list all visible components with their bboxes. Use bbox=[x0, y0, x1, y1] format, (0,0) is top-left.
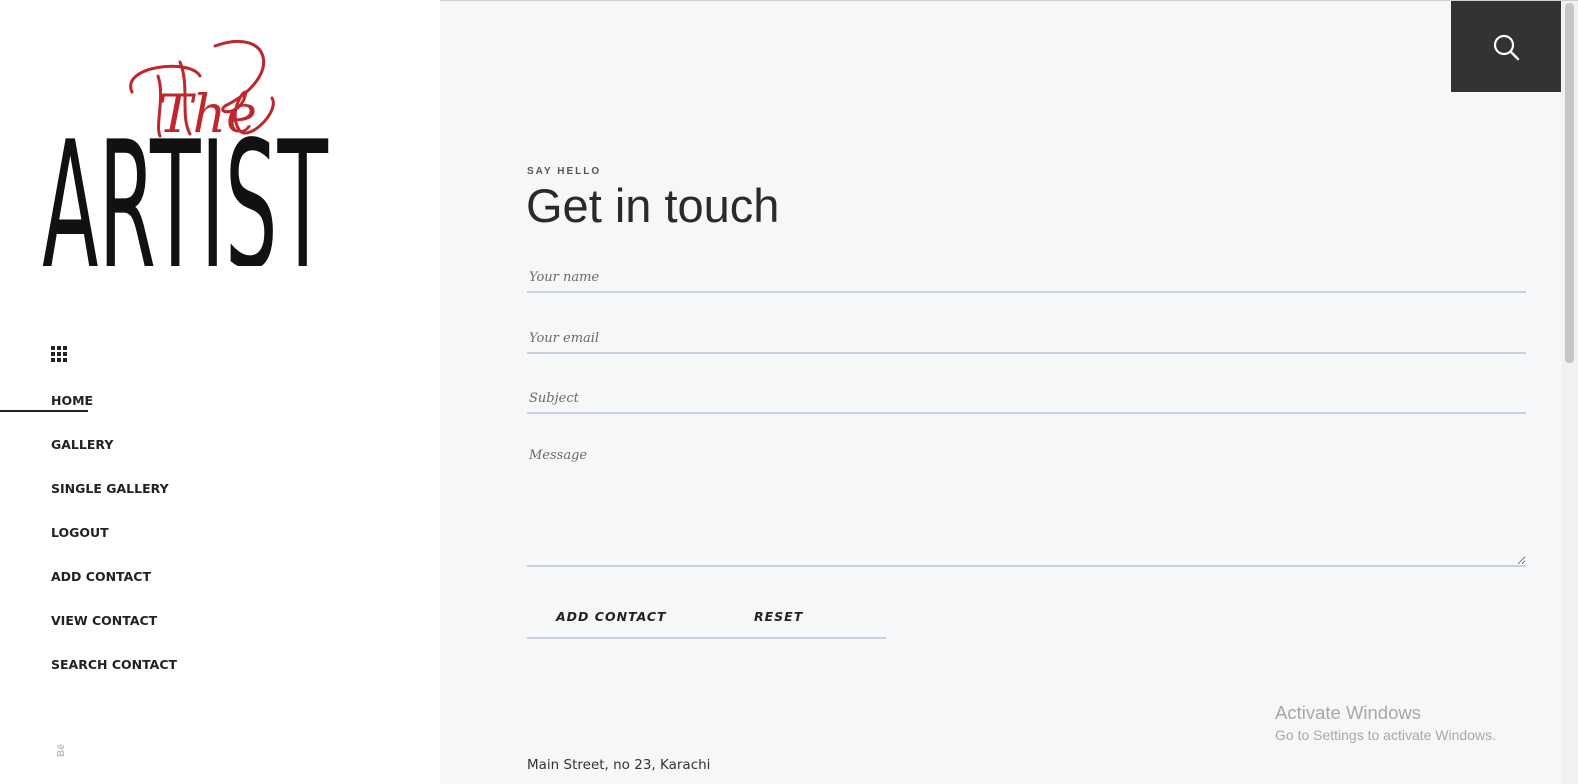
behance-icon[interactable]: Bē bbox=[56, 744, 67, 757]
nav-link-view-contact[interactable]: VIEW CONTACT bbox=[51, 613, 157, 628]
logo-main-text: ARTIST bbox=[42, 103, 328, 266]
message-textarea[interactable] bbox=[527, 446, 1526, 567]
nav-link-search-contact[interactable]: SEARCH CONTACT bbox=[51, 657, 177, 672]
windows-activation-title: Activate Windows bbox=[1275, 702, 1421, 723]
site-logo[interactable]: The ARTIST bbox=[40, 36, 340, 309]
logo-graphic: The ARTIST bbox=[42, 39, 328, 309]
page-title: Get in touch bbox=[526, 179, 780, 232]
nav-item-single-gallery: SINGLE GALLERY bbox=[0, 478, 440, 522]
nav-link-logout[interactable]: LOGOUT bbox=[51, 525, 109, 540]
main-nav: HOME GALLERY SINGLE GALLERY LOGOUT ADD C… bbox=[0, 390, 440, 698]
nav-item-home: HOME bbox=[0, 390, 440, 434]
search-button[interactable] bbox=[1451, 1, 1561, 92]
subject-input[interactable] bbox=[527, 384, 1526, 414]
grid-menu-icon[interactable] bbox=[51, 346, 67, 362]
search-icon bbox=[1493, 34, 1520, 60]
nav-link-add-contact[interactable]: ADD CONTACT bbox=[51, 569, 151, 584]
name-input[interactable] bbox=[527, 263, 1526, 293]
nav-item-search-contact: SEARCH CONTACT bbox=[0, 654, 440, 698]
section-eyebrow: SAY HELLO bbox=[527, 166, 602, 177]
nav-item-view-contact: VIEW CONTACT bbox=[0, 610, 440, 654]
email-input[interactable] bbox=[527, 324, 1526, 354]
nav-link-home[interactable]: HOME bbox=[51, 393, 93, 408]
nav-item-logout: LOGOUT bbox=[0, 522, 440, 566]
windows-activation-subtitle: Go to Settings to activate Windows. bbox=[1275, 727, 1496, 743]
nav-link-gallery[interactable]: GALLERY bbox=[51, 437, 113, 452]
reset-button[interactable]: RESET bbox=[754, 609, 803, 624]
contact-address: Main Street, no 23, Karachi bbox=[527, 757, 711, 773]
form-actions: ADD CONTACT RESET bbox=[527, 606, 886, 639]
add-contact-button[interactable]: ADD CONTACT bbox=[556, 609, 667, 624]
nav-item-add-contact: ADD CONTACT bbox=[0, 566, 440, 610]
nav-item-gallery: GALLERY bbox=[0, 434, 440, 478]
nav-link-single-gallery[interactable]: SINGLE GALLERY bbox=[51, 481, 169, 496]
sidebar: The ARTIST HOME GALLERY SINGLE GALLERY L… bbox=[0, 0, 440, 784]
scrollbar-thumb[interactable] bbox=[1565, 3, 1574, 363]
